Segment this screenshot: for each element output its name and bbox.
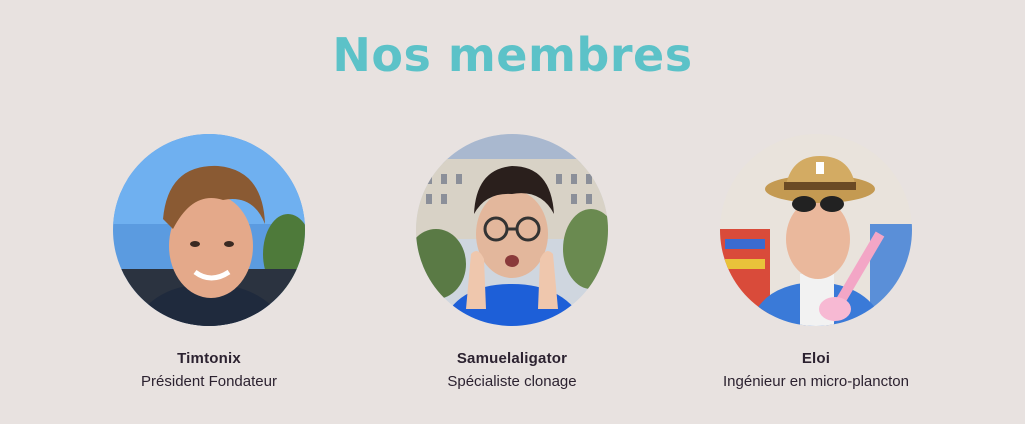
- section-title: Nos membres: [332, 28, 693, 82]
- member-card: Samuelaligator Spécialiste clonage: [382, 134, 642, 390]
- members-page: Nos membres Timtonix Président Fondateur: [0, 0, 1025, 424]
- member-role: Spécialiste clonage: [447, 373, 577, 390]
- portrait-photo-icon: [113, 134, 305, 326]
- member-name: Eloi: [801, 350, 831, 367]
- portrait-photo-icon: [416, 134, 608, 326]
- member-name: Timtonix: [177, 350, 241, 367]
- member-role: Président Fondateur: [141, 373, 277, 390]
- portrait-photo-icon: [720, 134, 912, 326]
- member-card: Timtonix Président Fondateur: [79, 134, 339, 390]
- member-avatar: [720, 134, 912, 326]
- member-role: Ingénieur en micro-plancton: [723, 373, 909, 390]
- member-avatar: [113, 134, 305, 326]
- member-name: Samuelaligator: [456, 350, 568, 367]
- member-card: Eloi Ingénieur en micro-plancton: [686, 134, 946, 390]
- member-avatar: [416, 134, 608, 326]
